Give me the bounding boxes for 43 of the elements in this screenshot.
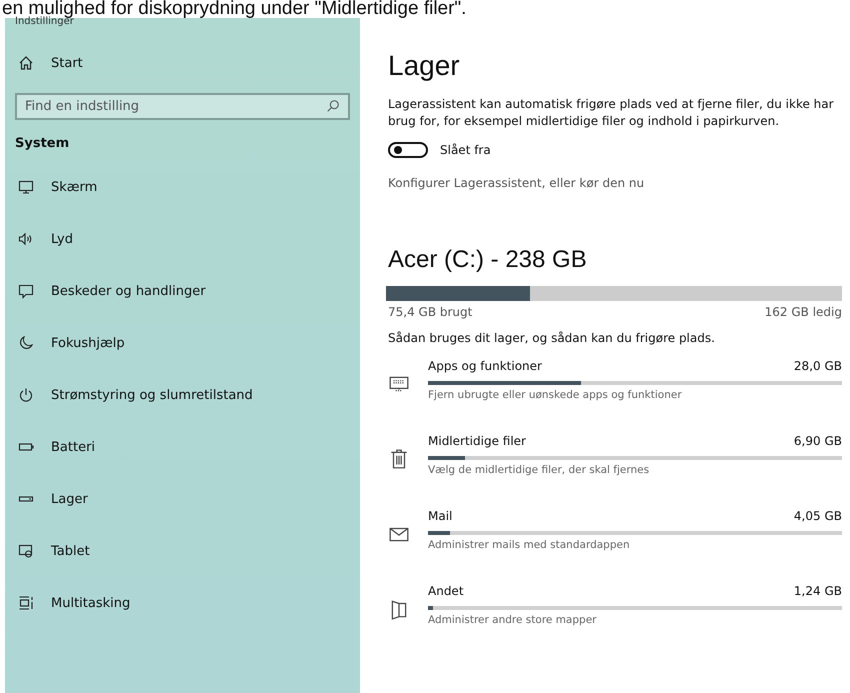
toggle-switch[interactable] bbox=[388, 142, 428, 158]
category-size: 28,0 GB bbox=[794, 359, 842, 373]
category-size: 1,24 GB bbox=[794, 584, 842, 598]
multitasking-icon bbox=[18, 595, 34, 611]
home-icon bbox=[18, 55, 34, 71]
toggle-label: Slået fra bbox=[440, 143, 491, 157]
sidebar-item[interactable]: Multitasking bbox=[51, 596, 130, 610]
category-name[interactable]: Apps og funktioner bbox=[428, 359, 542, 373]
sidebar-item[interactable]: Fokushjælp bbox=[51, 336, 125, 350]
category-hint: Administrer andre store mapper bbox=[428, 614, 598, 626]
free-text: 162 GB ledig bbox=[764, 305, 842, 319]
description-text: Lagerassistent kan automatisk frigøre plads ved at fjerne filer, du ikke har brug for, for eksempel midlertidige filer og indhold i papirkurven. bbox=[388, 96, 835, 130]
tablet-icon bbox=[18, 543, 34, 559]
sidebar-item[interactable]: Lager bbox=[51, 492, 88, 506]
usage-intro-text: Sådan bruges dit lager, og sådan kan du frigøre plads. bbox=[388, 331, 716, 345]
search-field[interactable]: Find en indstilling bbox=[15, 93, 350, 120]
category-size: 4,05 GB bbox=[794, 509, 842, 523]
category-name[interactable]: Mail bbox=[428, 509, 452, 523]
message-icon bbox=[18, 283, 34, 299]
sidebar-item[interactable]: Lyd bbox=[51, 232, 73, 246]
category-hint: Administrer mails med standardappen bbox=[428, 539, 631, 551]
used-text: 75,4 GB brugt bbox=[388, 305, 472, 319]
sidebar-item[interactable]: Tablet bbox=[51, 544, 90, 558]
section-heading: System bbox=[15, 136, 70, 151]
sidebar-item[interactable]: Strømstyring og slumretilstand bbox=[51, 388, 253, 402]
sidebar-item[interactable]: Batteri bbox=[51, 440, 96, 454]
category-name[interactable]: Midlertidige filer bbox=[428, 434, 526, 448]
category-hint: Fjern ubrugte eller uønskede apps og funktioner bbox=[428, 389, 683, 401]
monitor-icon bbox=[18, 179, 34, 195]
sidebar-item[interactable]: Skærm bbox=[51, 180, 98, 194]
power-icon bbox=[18, 387, 34, 403]
speaker-icon bbox=[18, 231, 34, 247]
category-name[interactable]: Andet bbox=[428, 584, 464, 598]
window-title: Indstillinger bbox=[15, 16, 74, 27]
sidebar-item[interactable]: Beskeder og handlinger bbox=[51, 284, 206, 298]
drive-title: Acer (C:) - 238 GB bbox=[388, 246, 588, 274]
search-icon bbox=[326, 99, 340, 113]
configure-link[interactable]: Konfigurer Lagerassistent, eller kør den nu bbox=[388, 176, 842, 190]
home-link[interactable]: Start bbox=[51, 56, 83, 70]
category-hint: Vælg de midlertidige filer, der skal fjernes bbox=[428, 464, 650, 476]
moon-icon bbox=[18, 335, 34, 351]
page-title: Lager bbox=[388, 50, 461, 82]
category-size: 6,90 GB bbox=[794, 434, 842, 448]
